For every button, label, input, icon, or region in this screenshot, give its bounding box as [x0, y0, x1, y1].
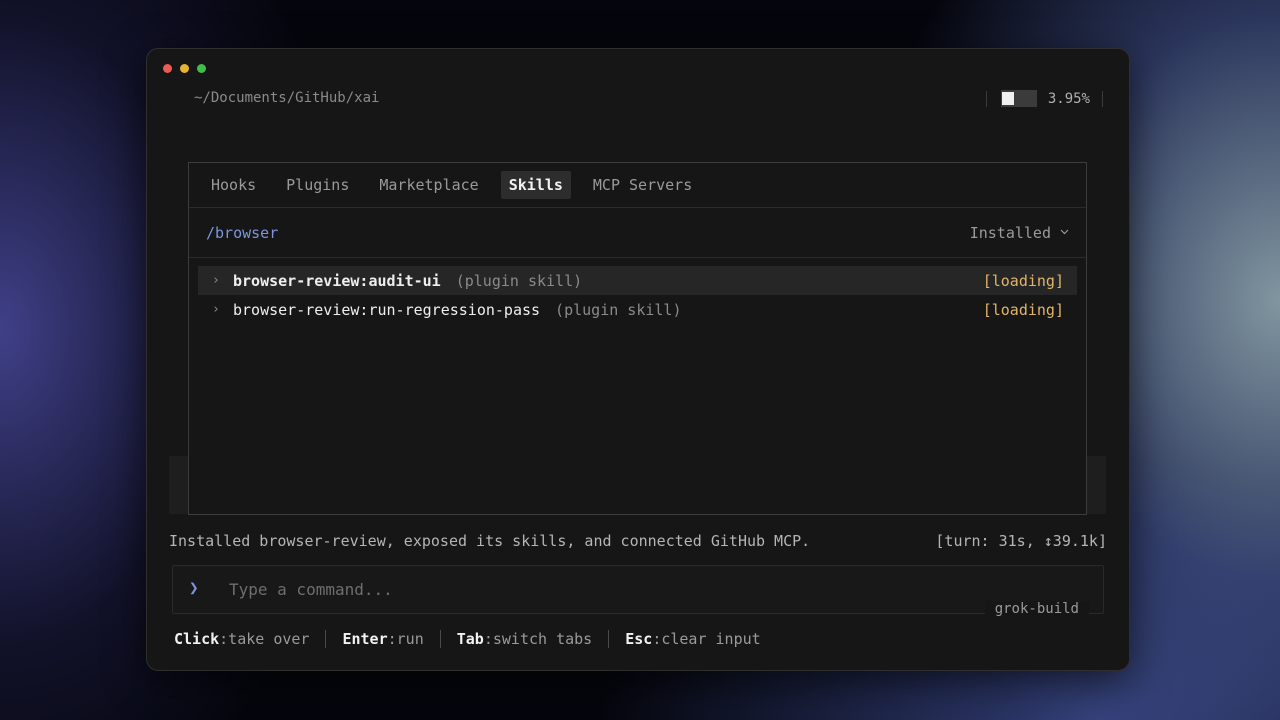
- keyboard-hints: Click:take over Enter:run Tab:switch tab…: [174, 630, 761, 648]
- hint-key: Enter: [342, 630, 388, 648]
- chevron-right-icon: ›: [212, 273, 220, 288]
- command-input[interactable]: [229, 576, 829, 602]
- context-usage-percent: 3.95%: [1047, 90, 1090, 107]
- tab-skills[interactable]: Skills: [500, 171, 571, 199]
- filter-bar: /browser Installed: [189, 208, 1086, 258]
- hint-key: Tab: [456, 630, 484, 648]
- divider: [439, 630, 441, 648]
- tab-plugins[interactable]: Plugins: [278, 171, 357, 199]
- skill-name: browser-review:run-regression-pass: [233, 300, 541, 319]
- hint-desc: :take over: [219, 630, 310, 648]
- status-message: Installed browser-review, exposed its sk…: [169, 532, 811, 550]
- context-usage-bar: [1000, 90, 1037, 107]
- divider: [985, 90, 987, 107]
- prompt-chevron-icon: ❯: [189, 578, 199, 597]
- tab-marketplace[interactable]: Marketplace: [371, 171, 486, 199]
- installed-filter-dropdown[interactable]: Installed: [970, 224, 1069, 242]
- chevron-down-icon: [1060, 227, 1069, 238]
- working-directory: ~/Documents/GitHub/xai: [194, 90, 380, 106]
- extensions-panel: Hooks Plugins Marketplace Skills MCP Ser…: [188, 162, 1087, 515]
- skills-list: › browser-review:audit-ui (plugin skill)…: [189, 258, 1086, 324]
- skill-name: browser-review:audit-ui: [233, 271, 441, 290]
- tab-bar: Hooks Plugins Marketplace Skills MCP Ser…: [189, 163, 1086, 208]
- hint-esc: Esc:clear input: [625, 630, 760, 648]
- hint-desc: :run: [387, 630, 424, 648]
- installed-filter-label: Installed: [969, 223, 1051, 242]
- hint-click: Click:take over: [174, 630, 309, 648]
- context-usage-fill: [1001, 92, 1014, 105]
- hint-key: Click: [174, 630, 220, 648]
- divider: [608, 630, 610, 648]
- hint-desc: :switch tabs: [483, 630, 593, 648]
- divider: [325, 630, 327, 648]
- tab-hooks[interactable]: Hooks: [203, 171, 264, 199]
- skill-kind: (plugin skill): [555, 300, 682, 319]
- chevron-right-icon: ›: [212, 302, 220, 317]
- skill-search-query[interactable]: /browser: [206, 224, 278, 242]
- turn-stats: [turn: 31s, ↕39.1k]: [935, 532, 1107, 550]
- hint-tab: Tab:switch tabs: [457, 630, 592, 648]
- terminal-window: ~/Documents/GitHub/xai 3.95% Hooks Plugi…: [146, 48, 1130, 671]
- zoom-window-button[interactable]: [197, 64, 206, 73]
- skill-row-run-regression-pass[interactable]: › browser-review:run-regression-pass (pl…: [198, 295, 1077, 324]
- hint-enter: Enter:run: [342, 630, 423, 648]
- minimize-window-button[interactable]: [180, 64, 189, 73]
- tab-mcp-servers[interactable]: MCP Servers: [585, 171, 700, 199]
- hint-desc: :clear input: [652, 630, 761, 648]
- divider: [1102, 90, 1103, 107]
- model-label: grok-build: [984, 601, 1089, 617]
- skill-status: [loading]: [982, 271, 1064, 290]
- context-usage: 3.95%: [985, 90, 1103, 107]
- command-input-box[interactable]: ❯ grok-build: [172, 565, 1104, 617]
- hint-key: Esc: [625, 630, 653, 648]
- skill-status: [loading]: [982, 300, 1064, 319]
- close-window-button[interactable]: [163, 64, 172, 73]
- skill-kind: (plugin skill): [455, 271, 583, 290]
- skill-row-audit-ui[interactable]: › browser-review:audit-ui (plugin skill)…: [198, 266, 1077, 295]
